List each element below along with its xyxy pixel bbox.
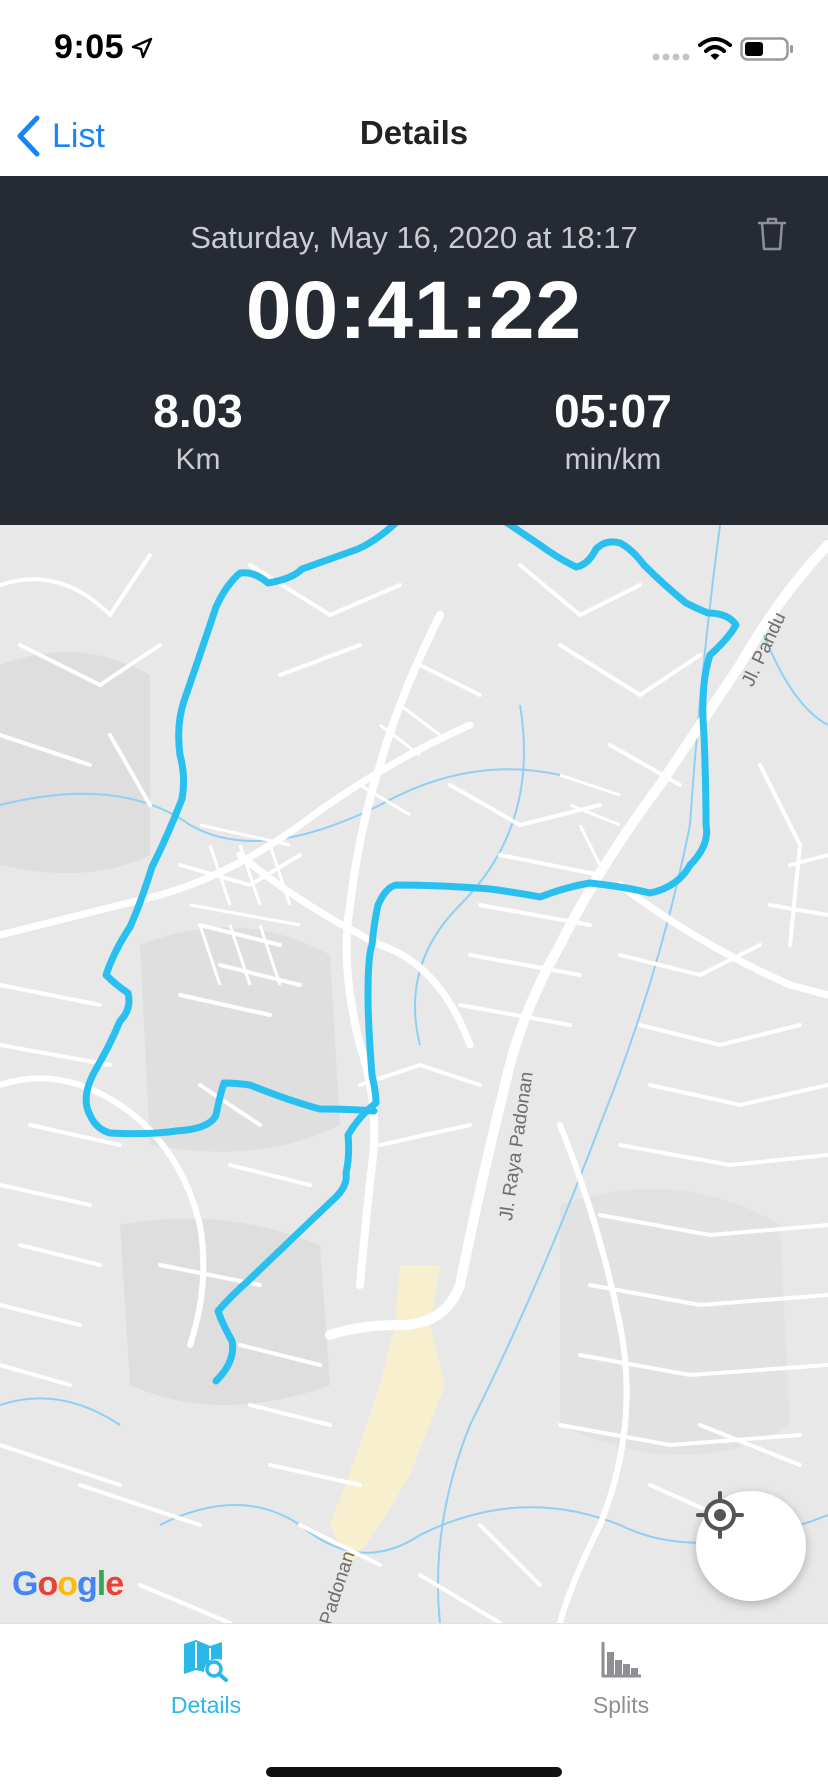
my-location-button[interactable] — [696, 1491, 806, 1601]
cellular-signal-icon — [652, 53, 690, 61]
home-indicator[interactable] — [266, 1767, 562, 1777]
activity-duration: 00:41:22 — [245, 265, 583, 356]
pace-value: 05:07 — [554, 385, 672, 437]
map-search-icon — [184, 1640, 228, 1682]
status-time: 9:05 — [54, 28, 125, 66]
distance-value: 8.03 — [153, 385, 243, 437]
location-arrow-icon — [131, 37, 153, 59]
trash-icon[interactable] — [756, 216, 788, 252]
pace-stat: 05:07 min/km — [493, 386, 733, 477]
google-logo: Google — [12, 1565, 124, 1603]
tab-splits-label: Splits — [592, 1692, 650, 1718]
distance-stat: 8.03 Km — [78, 386, 318, 477]
tab-details-label: Details — [170, 1692, 242, 1718]
map-canvas — [0, 525, 828, 1623]
tab-splits[interactable]: Splits — [511, 1638, 731, 1719]
page-title: Details — [359, 114, 469, 151]
bar-chart-icon — [601, 1642, 641, 1678]
battery-icon — [740, 37, 793, 61]
wifi-icon — [698, 37, 732, 60]
navigation-bar: List Details — [0, 98, 828, 176]
activity-date: Saturday, May 16, 2020 at 18:17 — [190, 220, 638, 255]
distance-unit: Km — [175, 442, 221, 476]
tab-details[interactable]: Details — [96, 1638, 316, 1719]
pace-unit: min/km — [564, 442, 662, 476]
route-map[interactable]: Jl. Pandu Jl. Raya Padonan Padonan Googl… — [0, 525, 828, 1623]
tab-bar: Details Splits — [0, 1623, 828, 1792]
crosshair-icon — [696, 1491, 744, 1539]
screen: 9:05 List Details Saturday, May 16, 2020… — [0, 0, 828, 1792]
status-bar: 9:05 — [0, 0, 828, 98]
activity-summary: Saturday, May 16, 2020 at 18:17 00:41:22… — [0, 176, 828, 525]
